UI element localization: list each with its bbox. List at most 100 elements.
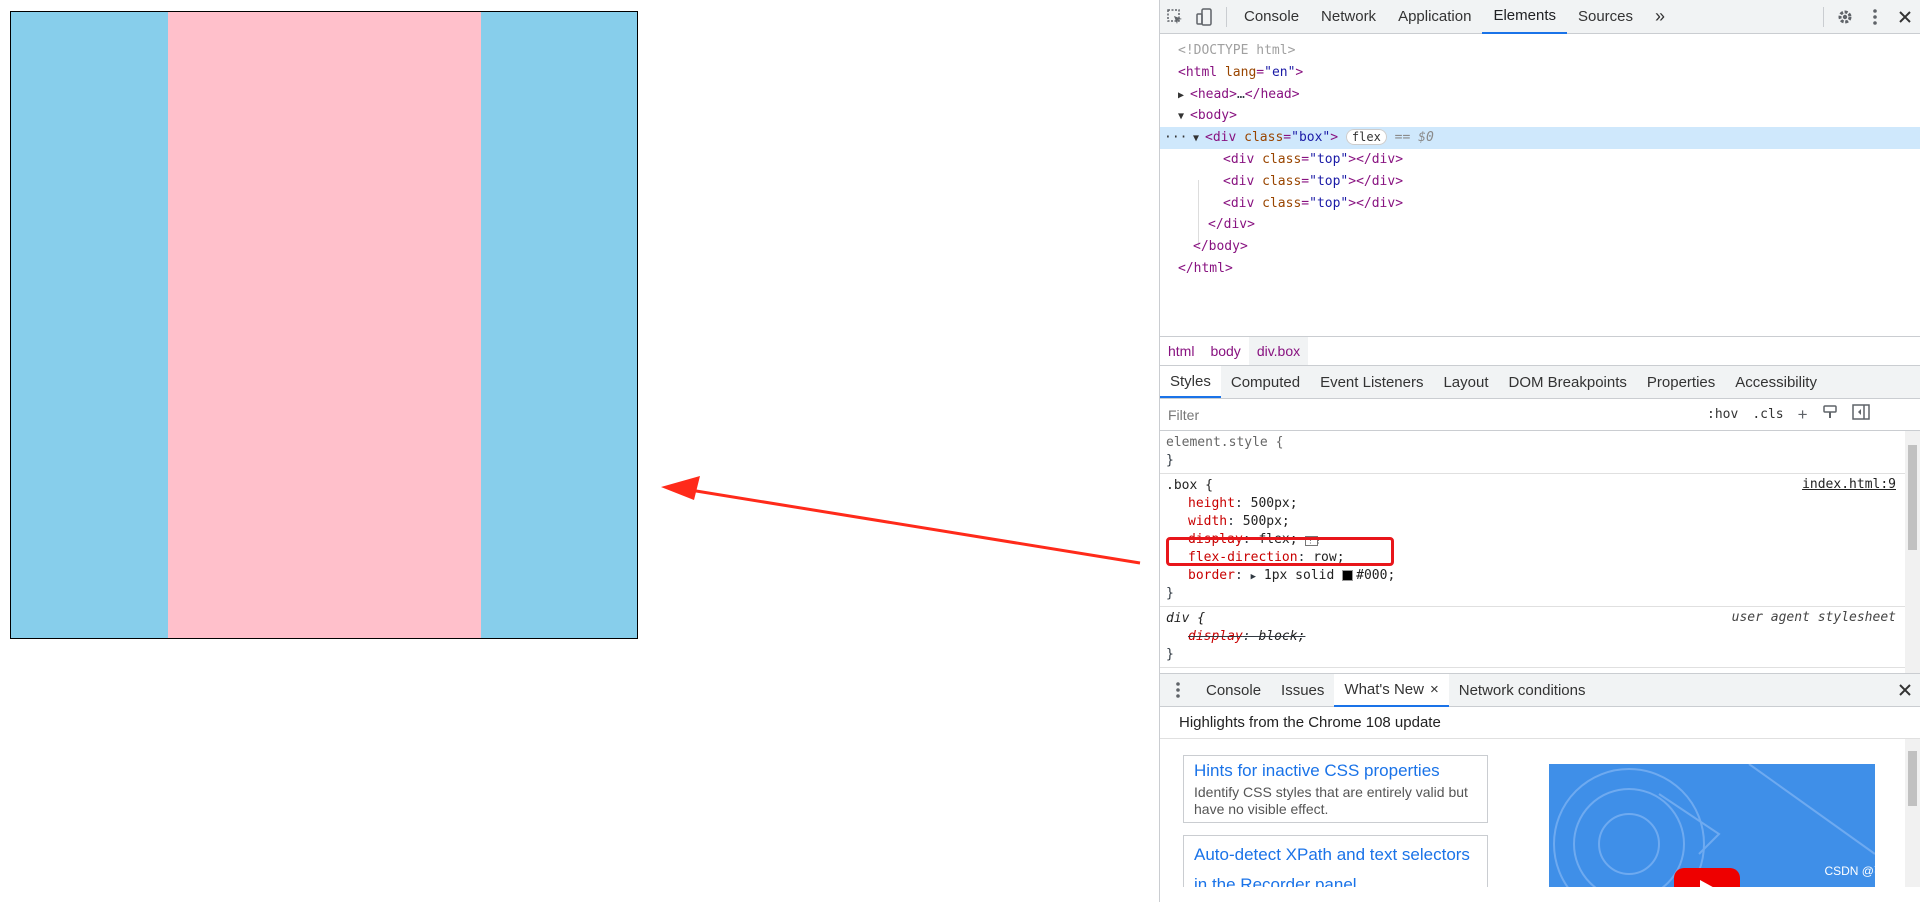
dom-line-div-box-selected[interactable]: ··· ▼ <div class="box"> flex == $0	[1160, 127, 1920, 149]
subtab-event-listeners[interactable]: Event Listeners	[1310, 366, 1433, 398]
flex-box	[10, 11, 638, 639]
rule-element-style[interactable]: element.style { }	[1160, 431, 1920, 474]
box-child-3	[481, 12, 637, 638]
prop-height[interactable]: height: 500px;	[1166, 495, 1914, 513]
gear-icon[interactable]	[1830, 0, 1860, 34]
child-close-tag: </div>	[1356, 173, 1404, 189]
close-drawer-icon[interactable]	[1890, 673, 1920, 707]
hov-button[interactable]: :hov	[1707, 407, 1738, 422]
styles-filter-input[interactable]	[1168, 402, 1693, 427]
child-class-value: top	[1316, 173, 1341, 189]
doctype-text: <!DOCTYPE html>	[1178, 43, 1296, 58]
card-title[interactable]: Hints for inactive CSS properties	[1194, 760, 1477, 782]
close-div-tag: </div>	[1208, 217, 1255, 233]
more-tabs-chevron[interactable]: »	[1644, 0, 1676, 34]
whats-new-header: Highlights from the Chrome 108 update	[1160, 707, 1920, 739]
crumb-body[interactable]: body	[1202, 337, 1248, 365]
subtab-dom-breakpoints[interactable]: DOM Breakpoints	[1499, 366, 1637, 398]
dom-line-body[interactable]: ▼ <body>	[1160, 105, 1920, 127]
child-close-tag: </div>	[1356, 195, 1404, 211]
plus-icon[interactable]: +	[1798, 405, 1808, 425]
close-icon[interactable]	[1890, 0, 1920, 34]
subtab-computed[interactable]: Computed	[1221, 366, 1310, 398]
tab-console[interactable]: Console	[1233, 0, 1310, 34]
lang-value: en	[1271, 64, 1288, 80]
whats-new-scroll-thumb[interactable]	[1908, 751, 1917, 806]
dom-tree: <!DOCTYPE html> <html lang="en"> ▶ <head>…	[1160, 34, 1920, 336]
color-swatch[interactable]	[1342, 570, 1354, 581]
box-child-2	[168, 12, 481, 638]
tab-sources[interactable]: Sources	[1567, 0, 1644, 34]
rule-close-brace: }	[1166, 647, 1174, 662]
dom-line-close-div[interactable]: </div>	[1160, 214, 1920, 236]
prop-display-block[interactable]: display: block;	[1166, 628, 1914, 646]
styles-scrollbar[interactable]	[1905, 431, 1920, 673]
arrow-shaft	[689, 488, 1141, 565]
tab-application[interactable]: Application	[1387, 0, 1482, 34]
subtab-properties[interactable]: Properties	[1637, 366, 1725, 398]
prop-name: width	[1188, 514, 1228, 529]
dom-line-doctype[interactable]: <!DOCTYPE html>	[1160, 40, 1920, 62]
tab-elements[interactable]: Elements	[1482, 0, 1567, 34]
expanded-triangle-icon[interactable]: ▼	[1193, 128, 1205, 150]
devtools-toolbar: Console Network Application Elements Sou…	[1160, 0, 1920, 34]
prop-width[interactable]: width: 500px;	[1166, 513, 1914, 531]
drawer-tab-whats-new[interactable]: What's New ×	[1334, 673, 1449, 707]
dom-line-child-3[interactable]: <div class="top"></div>	[1160, 193, 1920, 215]
rule-close-brace: }	[1166, 586, 1174, 601]
dom-line-child-1[interactable]: <div class="top"></div>	[1160, 149, 1920, 171]
feature-card[interactable]: Auto-detect XPath and text selectors in …	[1183, 835, 1488, 887]
flex-badge[interactable]: flex	[1345, 129, 1387, 146]
dom-line-html[interactable]: <html lang="en">	[1160, 62, 1920, 84]
rule-box[interactable]: index.html:9 .box { height: 500px; width…	[1160, 474, 1920, 607]
youtube-play-icon[interactable]	[1674, 868, 1740, 887]
close-tab-icon[interactable]: ×	[1430, 681, 1439, 698]
whats-new-label: What's New	[1344, 680, 1424, 698]
dom-line-close-body[interactable]: </body>	[1160, 236, 1920, 258]
tab-network[interactable]: Network	[1310, 0, 1387, 34]
inspect-icon[interactable]	[1160, 0, 1190, 34]
rendered-page	[0, 0, 1159, 902]
drawer-tab-issues[interactable]: Issues	[1271, 674, 1334, 707]
subtab-layout[interactable]: Layout	[1433, 366, 1498, 398]
card-description: Identify CSS styles that are entirely va…	[1194, 784, 1468, 817]
whats-new-scrollbar[interactable]	[1905, 739, 1920, 887]
whats-new-panel: Highlights from the Chrome 108 update Hi…	[1160, 707, 1920, 887]
head-tag: head	[1197, 86, 1230, 102]
collapsed-triangle-icon[interactable]: ▶	[1178, 85, 1190, 107]
styles-pane: element.style { } index.html:9 .box { he…	[1160, 431, 1920, 673]
drawer-tab-console[interactable]: Console	[1196, 674, 1271, 707]
prop-value: 1px solid	[1263, 568, 1335, 583]
child-div-tag: div	[1230, 173, 1255, 189]
card-title[interactable]: Auto-detect XPath and text selectors in …	[1194, 840, 1477, 887]
paint-brush-icon[interactable]	[1822, 404, 1838, 425]
feature-card[interactable]: Hints for inactive CSS properties Identi…	[1183, 755, 1488, 823]
dom-line-head[interactable]: ▶ <head>…</head>	[1160, 84, 1920, 106]
crumb-div-box[interactable]: div.box	[1248, 337, 1309, 365]
sidebar-toggle-icon[interactable]	[1851, 404, 1870, 425]
prop-border[interactable]: border: ▶ 1px solid #000;	[1166, 567, 1914, 585]
subtab-styles[interactable]: Styles	[1160, 366, 1221, 398]
child-class-value: top	[1316, 195, 1341, 211]
expanded-triangle-icon[interactable]: ▼	[1178, 106, 1190, 128]
child-div-tag: div	[1230, 151, 1255, 167]
child-div-tag: div	[1230, 195, 1255, 211]
source-link-index-html[interactable]: index.html:9	[1802, 477, 1896, 492]
rule-close-brace: }	[1166, 453, 1174, 468]
crumb-html[interactable]: html	[1160, 337, 1202, 365]
styles-scroll-thumb[interactable]	[1908, 445, 1917, 550]
element-style-selector: element.style {	[1166, 435, 1284, 450]
cls-button[interactable]: .cls	[1752, 407, 1783, 422]
row-dots-icon[interactable]: ···	[1164, 127, 1187, 149]
device-toggle-icon[interactable]	[1190, 0, 1220, 34]
expand-triangle-icon[interactable]: ▶	[1251, 572, 1256, 582]
dom-line-close-html[interactable]: </html>	[1160, 258, 1920, 280]
rule-div-user-agent[interactable]: user agent stylesheet div { display: blo…	[1160, 607, 1920, 668]
drawer-tab-network-conditions[interactable]: Network conditions	[1449, 674, 1596, 707]
dom-line-child-2[interactable]: <div class="top"></div>	[1160, 171, 1920, 193]
subtab-accessibility[interactable]: Accessibility	[1725, 366, 1827, 398]
drawer-menu-icon[interactable]	[1160, 673, 1196, 707]
kebab-icon[interactable]	[1860, 0, 1890, 34]
child-class-attr: class	[1262, 173, 1302, 189]
styles-filter-bar: :hov .cls +	[1160, 399, 1920, 431]
